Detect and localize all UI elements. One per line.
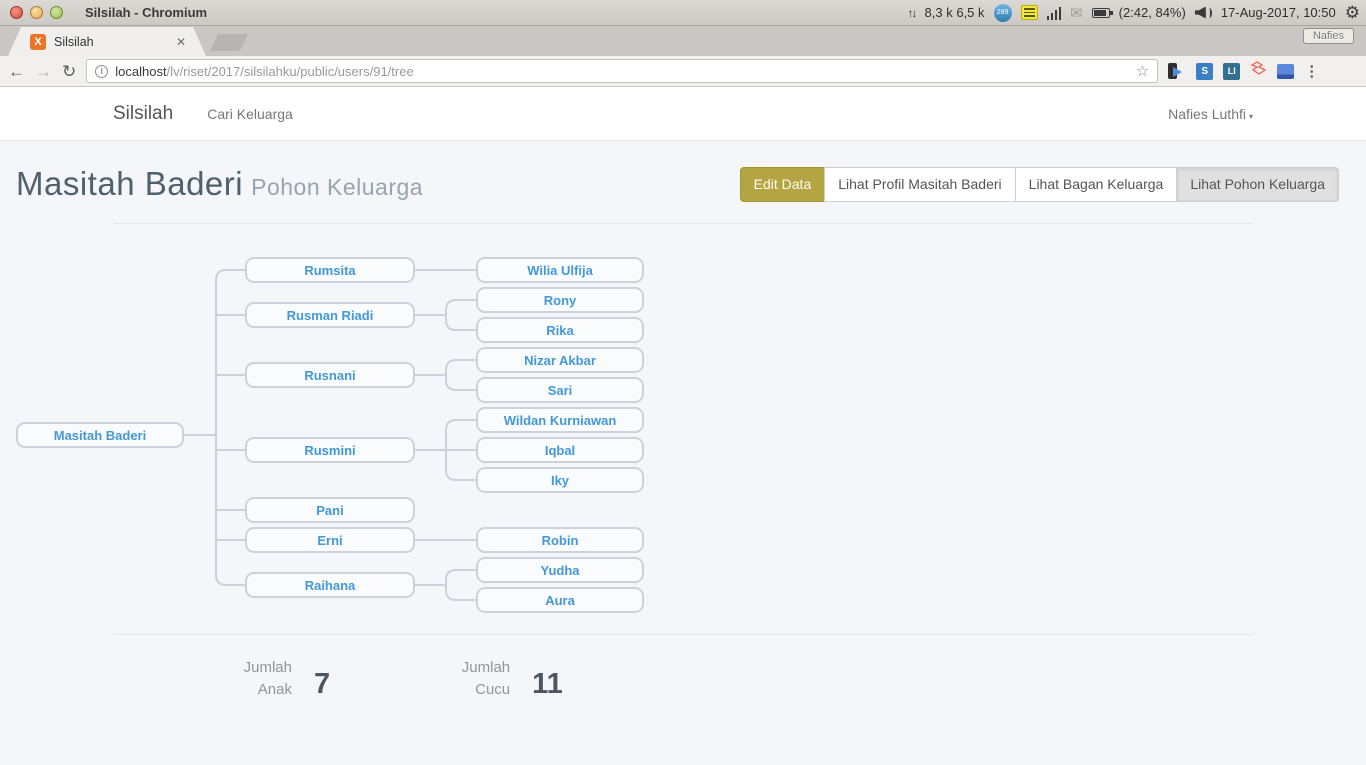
app-navbar: Silsilah Cari Keluarga Nafies Luthfi▾ bbox=[0, 87, 1366, 141]
brand-silsilah[interactable]: Silsilah bbox=[113, 103, 173, 125]
lihat-bagan-button[interactable]: Lihat Bagan Keluarga bbox=[1015, 167, 1178, 202]
tree-node-child[interactable]: Pani bbox=[245, 497, 415, 523]
stat-jumlah-cucu: JumlahCucu 11 bbox=[448, 657, 563, 701]
browser-toolbar: ← → ↻ i localhost/lv/riset/2017/silsilah… bbox=[0, 56, 1366, 87]
browser-menu-icon[interactable]: ⋮ bbox=[1304, 62, 1319, 80]
tree-node-grandchild[interactable]: Yudha bbox=[476, 557, 644, 583]
new-tab-button[interactable] bbox=[210, 34, 248, 51]
tree-node-grandchild[interactable]: Nizar Akbar bbox=[476, 347, 644, 373]
header-divider bbox=[113, 223, 1253, 224]
tab-close-icon[interactable]: ✕ bbox=[176, 35, 186, 49]
system-tray: ↑↓ 8,3 k 6,5 k 289 ✉ (2:42, 84%) 17-Aug-… bbox=[908, 3, 1360, 23]
url-host: localhost bbox=[115, 64, 166, 79]
tree-node-grandchild[interactable]: Iky bbox=[476, 467, 644, 493]
s-extension-icon[interactable]: S bbox=[1196, 63, 1213, 80]
tree-node-grandchild[interactable]: Sari bbox=[476, 377, 644, 403]
extension-icons: S LI ⋮ bbox=[1168, 61, 1319, 81]
tab-title: Silsilah bbox=[54, 35, 94, 49]
tree-node-grandchild[interactable]: Aura bbox=[476, 587, 644, 613]
stat-jumlah-anak: JumlahAnak 7 bbox=[230, 657, 330, 701]
edit-data-button[interactable]: Edit Data bbox=[740, 167, 826, 202]
tree-node-child[interactable]: Rusman Riadi bbox=[245, 302, 415, 328]
laravel-extension-icon[interactable] bbox=[1250, 61, 1267, 81]
browser-tab-strip: X Silsilah ✕ Nafies bbox=[0, 26, 1366, 56]
signal-strength-icon[interactable] bbox=[1047, 6, 1062, 20]
window-controls bbox=[10, 6, 63, 19]
battery-text: (2:42, 84%) bbox=[1119, 5, 1186, 20]
page-title: Masitah Baderi Pohon Keluarga bbox=[16, 165, 423, 203]
stats-section: JumlahAnak 7 JumlahCucu 11 bbox=[230, 657, 1366, 701]
window-minimize-button[interactable] bbox=[30, 6, 43, 19]
stat-anak-label: JumlahAnak bbox=[230, 657, 292, 701]
page-info-icon[interactable]: i bbox=[95, 65, 108, 78]
blue-extension-icon[interactable] bbox=[1277, 64, 1294, 79]
window-maximize-button[interactable] bbox=[50, 6, 63, 19]
bookmark-star-icon[interactable]: ☆ bbox=[1136, 62, 1149, 80]
reload-button[interactable]: ↻ bbox=[62, 63, 76, 80]
mail-icon[interactable]: ✉ bbox=[1070, 4, 1083, 22]
tree-node-grandchild[interactable]: Robin bbox=[476, 527, 644, 553]
stats-divider bbox=[113, 634, 1253, 635]
chevron-down-icon: ▾ bbox=[1249, 112, 1253, 121]
tree-node-child[interactable]: Erni bbox=[245, 527, 415, 553]
os-top-panel: Silsilah - Chromium ↑↓ 8,3 k 6,5 k 289 ✉… bbox=[0, 0, 1366, 26]
xampp-favicon-icon: X bbox=[30, 34, 46, 50]
stat-cucu-label: JumlahCucu bbox=[448, 657, 510, 701]
user-name: Nafies Luthfi bbox=[1168, 106, 1246, 122]
nav-link-cari-keluarga[interactable]: Cari Keluarga bbox=[207, 106, 293, 122]
person-name-title: Masitah Baderi bbox=[16, 165, 243, 202]
action-button-group: Edit Data Lihat Profil Masitah Baderi Li… bbox=[740, 167, 1339, 202]
stat-anak-value: 7 bbox=[314, 668, 330, 701]
notes-indicator-icon[interactable] bbox=[1021, 5, 1038, 20]
lihat-profil-button[interactable]: Lihat Profil Masitah Baderi bbox=[824, 167, 1015, 202]
network-speed-text: 8,3 k 6,5 k bbox=[925, 5, 985, 20]
tree-node-child[interactable]: Rusmini bbox=[245, 437, 415, 463]
stat-cucu-value: 11 bbox=[532, 668, 563, 701]
page-header: Masitah Baderi Pohon Keluarga Edit Data L… bbox=[0, 141, 1366, 223]
gear-icon[interactable]: ⚙ bbox=[1345, 3, 1360, 23]
family-tree: Masitah Baderi Rumsita Rusman Riadi Rusn… bbox=[0, 253, 1366, 618]
window-close-button[interactable] bbox=[10, 6, 23, 19]
phone-share-extension-icon[interactable] bbox=[1168, 63, 1186, 79]
tree-node-root[interactable]: Masitah Baderi bbox=[16, 422, 184, 448]
battery-icon[interactable] bbox=[1092, 8, 1110, 18]
tree-node-child[interactable]: Rusnani bbox=[245, 362, 415, 388]
tree-node-grandchild[interactable]: Iqbal bbox=[476, 437, 644, 463]
tray-tooltip: Nafies bbox=[1303, 28, 1354, 44]
volume-icon[interactable] bbox=[1195, 7, 1212, 19]
tree-node-grandchild[interactable]: Rony bbox=[476, 287, 644, 313]
tree-node-grandchild[interactable]: Rika bbox=[476, 317, 644, 343]
page-subtitle: Pohon Keluarga bbox=[251, 174, 423, 200]
tree-node-child[interactable]: Rumsita bbox=[245, 257, 415, 283]
clock-text[interactable]: 17-Aug-2017, 10:50 bbox=[1221, 5, 1336, 20]
back-button[interactable]: ← bbox=[8, 63, 25, 80]
window-title: Silsilah - Chromium bbox=[85, 5, 207, 20]
url-bar[interactable]: i localhost/lv/riset/2017/silsilahku/pub… bbox=[86, 59, 1158, 83]
browser-tab-silsilah[interactable]: X Silsilah ✕ bbox=[8, 27, 206, 56]
url-path: /lv/riset/2017/silsilahku/public/users/9… bbox=[167, 64, 414, 79]
user-dropdown[interactable]: Nafies Luthfi▾ bbox=[1168, 106, 1253, 122]
li-extension-icon[interactable]: LI bbox=[1223, 63, 1240, 80]
forward-button[interactable]: → bbox=[35, 63, 52, 80]
tree-node-child[interactable]: Raihana bbox=[245, 572, 415, 598]
tree-node-grandchild[interactable]: Wildan Kurniawan bbox=[476, 407, 644, 433]
badge-indicator-icon[interactable]: 289 bbox=[994, 4, 1012, 22]
lihat-pohon-button[interactable]: Lihat Pohon Keluarga bbox=[1176, 167, 1339, 202]
url-text[interactable]: localhost/lv/riset/2017/silsilahku/publi… bbox=[115, 64, 413, 79]
tree-node-grandchild[interactable]: Wilia Ulfija bbox=[476, 257, 644, 283]
network-updown-icon[interactable]: ↑↓ bbox=[908, 6, 916, 20]
